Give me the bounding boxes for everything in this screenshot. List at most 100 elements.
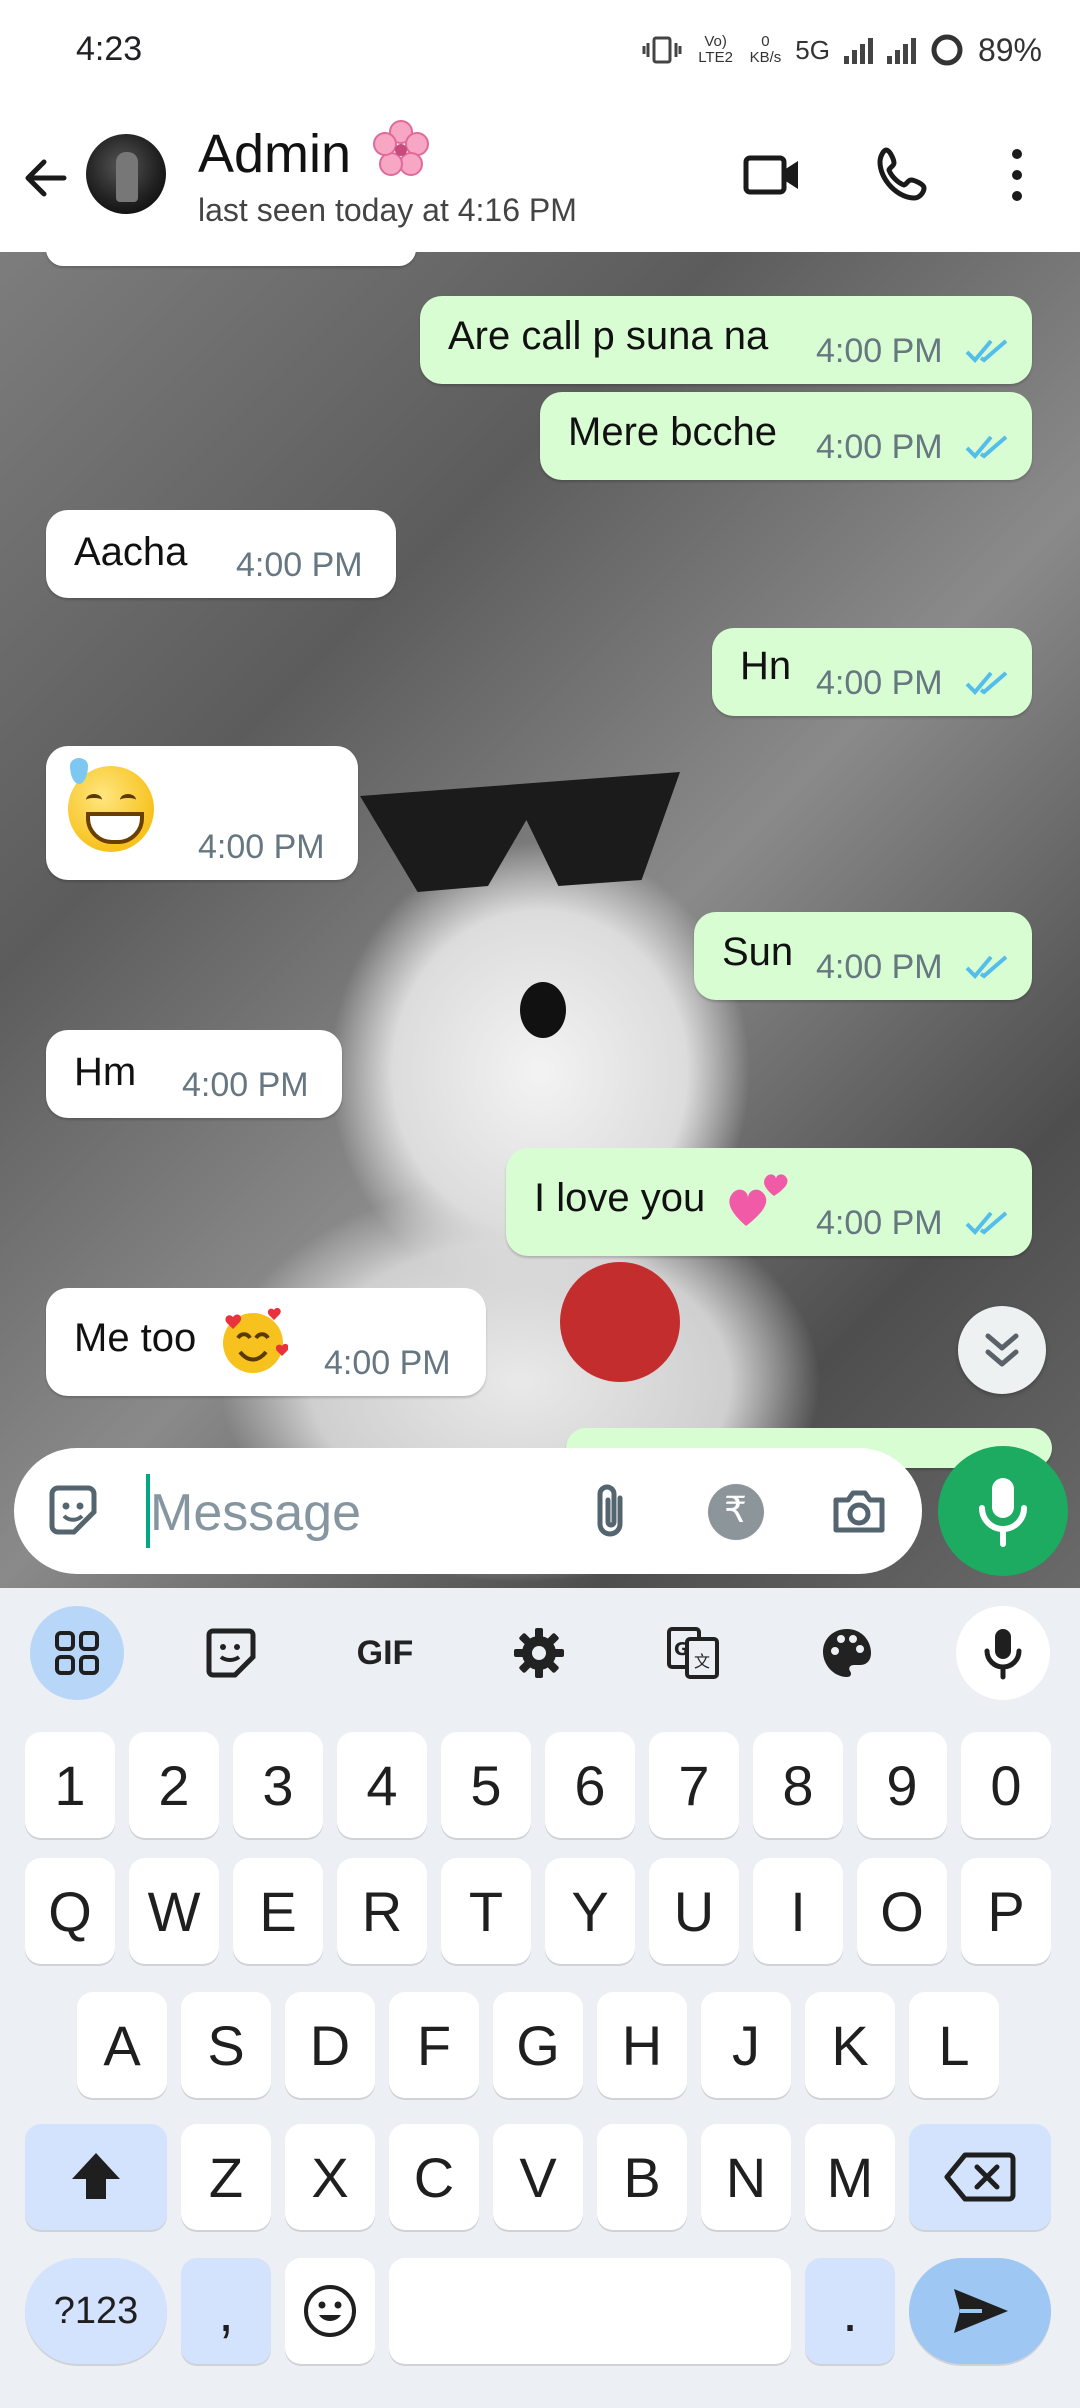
message-text: Sun — [722, 930, 794, 974]
message-time: 4:00 PM — [236, 546, 363, 584]
key-k[interactable]: K — [805, 1992, 895, 2098]
key-i[interactable]: I — [753, 1858, 843, 1964]
key-q[interactable]: Q — [25, 1858, 115, 1964]
settings-button[interactable] — [492, 1606, 586, 1700]
key-w[interactable]: W — [129, 1858, 219, 1964]
last-seen: last seen today at 4:16 PM — [198, 192, 577, 228]
data-rate-unit: KB/s — [749, 49, 782, 66]
key-f[interactable]: F — [389, 1992, 479, 2098]
apps-grid-button[interactable] — [30, 1606, 124, 1700]
wallpaper-glasses — [360, 772, 680, 892]
key-u[interactable]: U — [649, 1858, 739, 1964]
key-e[interactable]: E — [233, 1858, 323, 1964]
attachment-icon[interactable] — [580, 1480, 642, 1542]
keyboard: GIF G 文 1 2 3 4 5 6 7 8 9 0 Q W E R T Y … — [0, 1588, 1080, 2408]
message-bubble-incoming[interactable]: Aacha 4:00 PM — [46, 510, 396, 598]
key-c[interactable]: C — [389, 2124, 479, 2230]
message-bubble-outgoing[interactable]: I love you 4:00 PM — [506, 1148, 1032, 1256]
key-9[interactable]: 9 — [857, 1732, 947, 1838]
key-y[interactable]: Y — [545, 1858, 635, 1964]
key-g[interactable]: G — [493, 1992, 583, 2098]
wallpaper-mouth — [520, 982, 566, 1038]
key-d[interactable]: D — [285, 1992, 375, 2098]
sticker-emoji-icon[interactable] — [42, 1480, 104, 1542]
key-4[interactable]: 4 — [337, 1732, 427, 1838]
symbols-key[interactable]: ?123 — [25, 2258, 167, 2364]
video-call-icon[interactable] — [738, 140, 808, 210]
back-arrow-icon[interactable] — [18, 150, 74, 206]
read-ticks-icon — [965, 1211, 1008, 1235]
shift-key[interactable] — [25, 2124, 167, 2230]
double-chevron-down-icon — [985, 1333, 1019, 1367]
key-l[interactable]: L — [909, 1992, 999, 2098]
key-z[interactable]: Z — [181, 2124, 271, 2230]
backspace-key[interactable] — [909, 2124, 1051, 2230]
key-6[interactable]: 6 — [545, 1732, 635, 1838]
wallpaper-heart — [560, 1262, 680, 1382]
comma-key[interactable]: , — [181, 2258, 271, 2364]
payment-rupee-icon[interactable]: ₹ — [708, 1484, 764, 1540]
network-type: 5G — [795, 34, 830, 65]
key-b[interactable]: B — [597, 2124, 687, 2230]
microphone-icon — [984, 1629, 1022, 1680]
message-text: Are call p suna na — [448, 314, 769, 358]
key-8[interactable]: 8 — [753, 1732, 843, 1838]
scroll-to-bottom-button[interactable] — [958, 1306, 1046, 1394]
message-bubble-incoming[interactable]: Hm 4:00 PM — [46, 1030, 342, 1118]
message-text: Me too — [74, 1316, 197, 1360]
read-ticks-icon — [965, 435, 1008, 459]
two-hearts-emoji — [729, 1174, 788, 1226]
status-time: 4:23 — [76, 30, 143, 68]
period-key[interactable]: . — [805, 2258, 895, 2364]
voice-message-button[interactable] — [938, 1446, 1068, 1576]
read-ticks-icon — [965, 339, 1008, 363]
contact-name[interactable]: Admin — [198, 120, 430, 185]
status-icons: Vo) LTE2 0 KB/s 5G 89% — [642, 26, 1042, 74]
key-2[interactable]: 2 — [129, 1732, 219, 1838]
message-input[interactable] — [148, 1472, 592, 1554]
cherry-blossom-icon — [373, 120, 430, 176]
translate-button[interactable]: G 文 — [646, 1606, 740, 1700]
key-a[interactable]: A — [77, 1992, 167, 2098]
key-5[interactable]: 5 — [441, 1732, 531, 1838]
key-7[interactable]: 7 — [649, 1732, 739, 1838]
message-bubble-outgoing[interactable]: Hn 4:00 PM — [712, 628, 1032, 716]
voice-input-button[interactable] — [956, 1606, 1050, 1700]
message-time: 4:00 PM — [816, 428, 943, 466]
message-bubble-outgoing[interactable]: Sun 4:00 PM — [694, 912, 1032, 1000]
message-time: 4:00 PM — [816, 948, 943, 986]
message-bubble-outgoing[interactable]: Mere bcche 4:00 PM — [540, 392, 1032, 480]
contact-avatar[interactable] — [86, 134, 166, 214]
key-3[interactable]: 3 — [233, 1732, 323, 1838]
shift-arrow-icon — [72, 2153, 120, 2199]
voice-call-icon[interactable] — [868, 140, 938, 210]
camera-icon[interactable] — [828, 1480, 890, 1542]
sticker-button[interactable] — [184, 1606, 278, 1700]
message-text: Hn — [740, 644, 792, 688]
message-bubble-incoming[interactable]: Me too 4:00 PM — [46, 1288, 486, 1396]
message-bubble-outgoing[interactable]: Are call p suna na 4:00 PM — [420, 296, 1032, 384]
key-p[interactable]: P — [961, 1858, 1051, 1964]
key-v[interactable]: V — [493, 2124, 583, 2230]
gif-button[interactable]: GIF — [338, 1606, 432, 1700]
message-bubble-incoming[interactable]: 4:00 PM — [46, 746, 358, 880]
key-1[interactable]: 1 — [25, 1732, 115, 1838]
space-key[interactable] — [389, 2258, 791, 2364]
key-m[interactable]: M — [805, 2124, 895, 2230]
vibrate-icon — [642, 36, 682, 64]
chat-area[interactable]: Are call p suna na 4:00 PM Mere bcche 4:… — [0, 252, 1080, 1588]
emoji-key[interactable] — [285, 2258, 375, 2364]
more-options-icon[interactable] — [982, 140, 1052, 210]
key-n[interactable]: N — [701, 2124, 791, 2230]
theme-button[interactable] — [800, 1606, 894, 1700]
key-o[interactable]: O — [857, 1858, 947, 1964]
key-t[interactable]: T — [441, 1858, 531, 1964]
key-h[interactable]: H — [597, 1992, 687, 2098]
key-r[interactable]: R — [337, 1858, 427, 1964]
send-key[interactable] — [909, 2258, 1051, 2364]
key-0[interactable]: 0 — [961, 1732, 1051, 1838]
key-s[interactable]: S — [181, 1992, 271, 2098]
message-bubble-partial — [46, 252, 416, 266]
key-x[interactable]: X — [285, 2124, 375, 2230]
key-j[interactable]: J — [701, 1992, 791, 2098]
